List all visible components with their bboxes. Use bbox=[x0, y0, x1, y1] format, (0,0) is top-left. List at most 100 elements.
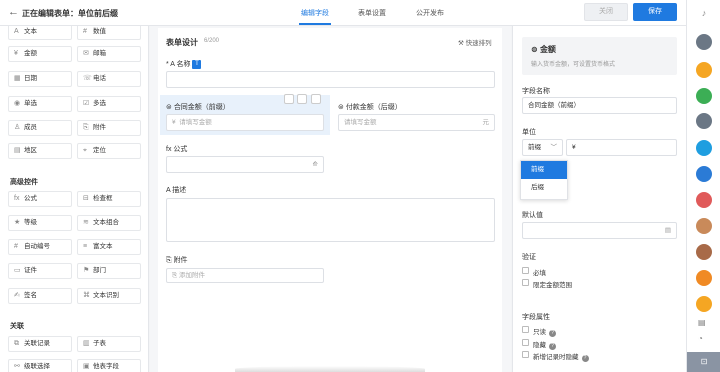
control-formula[interactable]: fx 公式 bbox=[8, 191, 72, 207]
control-id-card[interactable]: ▭ 证件 bbox=[8, 263, 72, 279]
collapse-dock-icon[interactable]: ⊡ bbox=[687, 352, 720, 372]
canvas-bottom-shadow bbox=[235, 366, 425, 372]
control-text[interactable]: A 文本 bbox=[8, 26, 72, 40]
unit-position-dropdown: 前缀 后缀 bbox=[520, 160, 568, 200]
app-avatar-icon[interactable] bbox=[696, 62, 712, 78]
help-icon: ? bbox=[549, 343, 556, 350]
payment-amount-input[interactable]: 请填写金额元 bbox=[338, 114, 495, 131]
help-icon: ? bbox=[549, 330, 556, 337]
unit-label: 单位 bbox=[522, 129, 536, 136]
app-avatar-icon[interactable] bbox=[696, 192, 712, 208]
control-amount[interactable]: ¥ 金额 bbox=[8, 46, 72, 62]
contract-amount-input[interactable]: ¥ 请填写金额 bbox=[166, 114, 324, 131]
app-dock: ♪ ▤ ◔ ⊡ bbox=[686, 0, 720, 372]
tab-form-settings[interactable]: 表单设置 bbox=[358, 8, 386, 18]
formula-input[interactable]: ⟰ bbox=[166, 156, 324, 173]
amount-icon: ⊜ bbox=[531, 45, 540, 54]
relation-section-title: 关联 bbox=[10, 323, 24, 330]
field-type-card: ⊜ 金额 输入货币金额，可设置货币格式 bbox=[522, 37, 677, 75]
form-design-title: 表单设计 bbox=[166, 38, 198, 47]
app-avatar-icon[interactable] bbox=[696, 88, 712, 104]
field-name-input[interactable] bbox=[166, 71, 495, 88]
app-avatar-icon[interactable] bbox=[696, 140, 712, 156]
paperclip-icon: ⎘ bbox=[166, 257, 174, 264]
readonly-text: 只读? bbox=[533, 326, 556, 337]
text-type-badge: T bbox=[192, 59, 202, 69]
save-button[interactable]: 保存 bbox=[633, 3, 677, 21]
field-type-desc: 输入货币金额，可设置货币格式 bbox=[531, 62, 616, 68]
close-button[interactable]: 关闭 bbox=[584, 3, 628, 21]
formula-icon: ⟰ bbox=[312, 161, 318, 168]
control-phone[interactable]: ☏电话 bbox=[77, 71, 141, 87]
app-avatar-icon[interactable] bbox=[696, 296, 712, 312]
app-avatar-icon[interactable] bbox=[696, 113, 712, 129]
control-text-combo[interactable]: ≋ 文本组合 bbox=[77, 215, 141, 231]
control-rating[interactable]: ★ 等级 bbox=[8, 215, 72, 231]
dropdown-option-prefix[interactable]: 前缀 bbox=[521, 161, 567, 179]
description-textarea[interactable] bbox=[166, 198, 495, 242]
copy-field-icon[interactable] bbox=[297, 94, 307, 104]
quick-sort-link[interactable]: ⚒ 快速排列 bbox=[458, 37, 492, 47]
control-region[interactable]: ▤ 地区 bbox=[8, 143, 72, 159]
app-avatar-icon[interactable] bbox=[696, 166, 712, 182]
tab-edit-fields[interactable]: 编辑字段 bbox=[301, 8, 329, 18]
chat-icon[interactable]: ◔ bbox=[698, 334, 703, 343]
control-date[interactable]: ▦ 日期 bbox=[8, 71, 72, 87]
unit-position-select[interactable]: 前缀 ﹀ bbox=[522, 139, 563, 156]
control-auto-number[interactable]: # 自动编号 bbox=[8, 239, 72, 255]
field-attr-label: 字段属性 bbox=[522, 314, 550, 321]
control-single-select[interactable]: ◉ 单选 bbox=[8, 96, 72, 112]
readonly-checkbox[interactable] bbox=[522, 326, 529, 333]
control-department[interactable]: ⚑ 部门 bbox=[77, 263, 141, 279]
dropdown-option-suffix[interactable]: 后缀 bbox=[521, 179, 567, 197]
control-subtable[interactable]: ▥ 子表 bbox=[77, 336, 141, 352]
amount-icon: ⊜ bbox=[338, 104, 346, 111]
bell-icon[interactable]: ♪ bbox=[696, 5, 712, 21]
hide-on-create-text: 新增记录时隐藏? bbox=[533, 351, 589, 362]
formula-label: fx 公式 bbox=[166, 146, 188, 153]
amount-range-text: 限定金额范围 bbox=[533, 282, 572, 289]
control-email[interactable]: ✉ 邮箱 bbox=[77, 46, 141, 62]
notes-icon[interactable]: ▤ bbox=[698, 318, 706, 327]
control-relation-record[interactable]: ⧉ 关联记录 bbox=[8, 336, 72, 352]
control-ocr[interactable]: ⌘ 文本识别 bbox=[77, 288, 141, 304]
default-value-input[interactable]: ▤ bbox=[522, 222, 677, 239]
active-tab-indicator bbox=[299, 23, 331, 25]
amount-range-checkbox[interactable] bbox=[522, 279, 529, 286]
page-title: 正在编辑表单：单位前后缀 bbox=[22, 9, 118, 18]
control-multi-select[interactable]: ☑ 多选 bbox=[77, 96, 141, 112]
control-rich-text[interactable]: ≡ 富文本 bbox=[77, 239, 141, 255]
field-settings-icon[interactable] bbox=[284, 94, 294, 104]
control-attachment[interactable]: ⎘ 附件 bbox=[77, 120, 141, 136]
control-checkbox[interactable]: ⊟ 检查框 bbox=[77, 191, 141, 207]
hidden-checkbox[interactable] bbox=[522, 339, 529, 346]
app-avatar-icon[interactable] bbox=[696, 270, 712, 286]
control-cascade[interactable]: ⚯ 级联选择 bbox=[8, 359, 72, 372]
description-label: A 描述 bbox=[166, 187, 187, 194]
control-member[interactable]: ♙ 成员 bbox=[8, 120, 72, 136]
payment-amount-label: ⊜ 付款金额（后缀） bbox=[338, 104, 402, 111]
required-checkbox[interactable] bbox=[522, 267, 529, 274]
tab-publish[interactable]: 公开发布 bbox=[416, 8, 444, 18]
hide-on-create-checkbox[interactable] bbox=[522, 351, 529, 358]
default-value-label: 默认值 bbox=[522, 212, 543, 219]
control-number[interactable]: # 数值 bbox=[77, 26, 141, 40]
control-signature[interactable]: ✍ 签名 bbox=[8, 288, 72, 304]
contract-amount-label: ⊜ 合同金额（前缀） bbox=[166, 104, 230, 111]
add-attachment-button[interactable]: ⎘ 添加附件 bbox=[166, 268, 324, 283]
app-avatar-icon[interactable] bbox=[696, 218, 712, 234]
control-location[interactable]: ⌖ 定位 bbox=[77, 143, 141, 159]
app-avatar-icon[interactable] bbox=[696, 244, 712, 260]
chevron-down-icon: ﹀ bbox=[550, 144, 558, 151]
field-name-setting-input[interactable]: 合同金额（前缀） bbox=[522, 97, 677, 114]
hidden-text: 隐藏? bbox=[533, 339, 556, 350]
control-other-table-field[interactable]: ▣ 他表字段 bbox=[77, 359, 141, 372]
attachment-label: ⎘ 附件 bbox=[166, 257, 188, 264]
app-avatar-icon[interactable] bbox=[696, 34, 712, 50]
delete-field-icon[interactable] bbox=[311, 94, 321, 104]
unit-value-input[interactable]: ¥ bbox=[566, 139, 677, 156]
advanced-section-title: 高级控件 bbox=[10, 179, 38, 186]
required-text: 必填 bbox=[533, 270, 546, 277]
wand-icon: ⚒ bbox=[458, 40, 466, 47]
arrow-left-icon[interactable]: ← bbox=[8, 6, 19, 18]
